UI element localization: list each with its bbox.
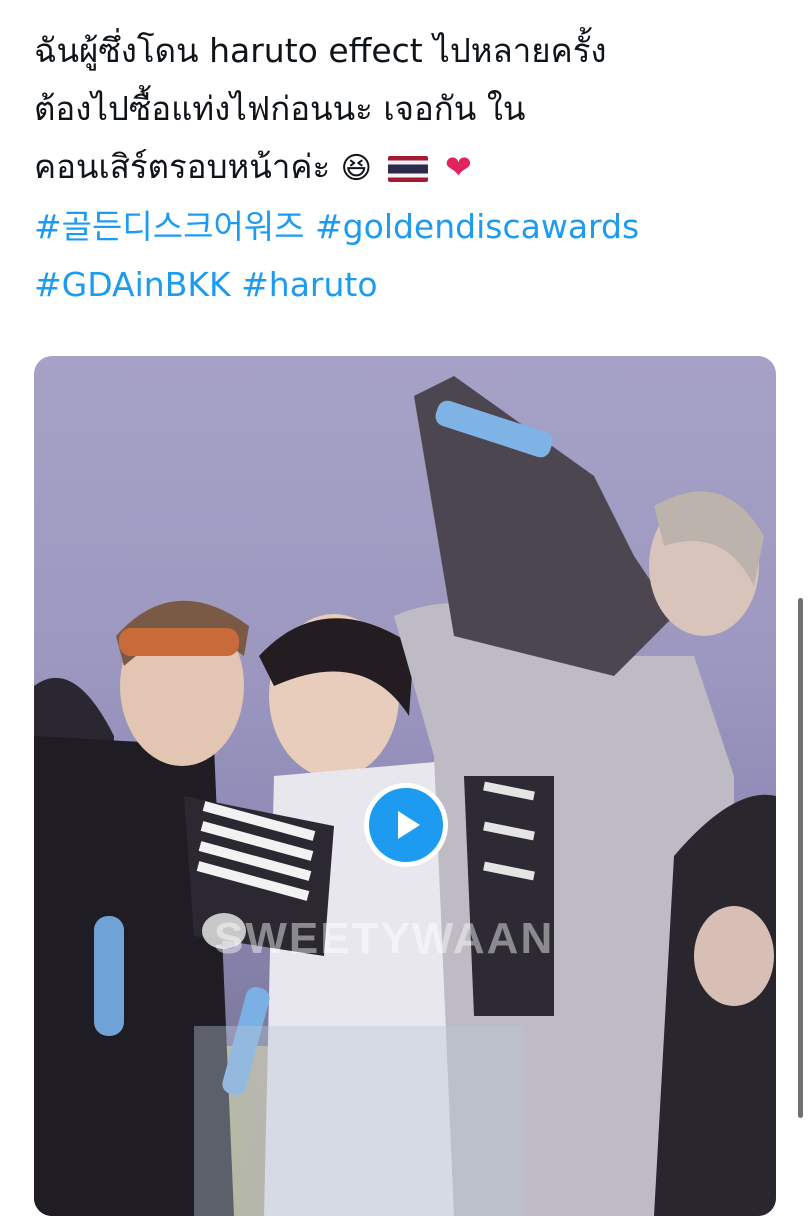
tweet-line-3: คอนเสิร์ตรอบหน้าค่ะ 😆 ❤ <box>34 138 774 198</box>
tweet-line-1: ฉันผู้ซึ่งโดน haruto effect ไปหลายครั้ง <box>34 31 607 70</box>
tweet-text: ฉันผู้ซึ่งโดน haruto effect ไปหลายครั้ง … <box>34 22 774 314</box>
thailand-flag-emoji <box>388 155 429 182</box>
hashtag-link[interactable]: #GDAinBKK <box>34 265 231 304</box>
tweet-line-3-text: คอนเสิร์ตรอบหน้าค่ะ <box>34 147 331 186</box>
heart-on-fire-emoji: ❤ <box>444 148 472 186</box>
hashtags-line-1: #골든디스크어워즈 #goldendiscawards <box>34 198 774 256</box>
grinning-squinting-face-emoji: 😆 <box>340 151 372 186</box>
hashtag-link[interactable]: #haruto <box>241 265 377 304</box>
play-icon <box>398 811 420 839</box>
hashtag-link[interactable]: #goldendiscawards <box>315 207 639 246</box>
video-media[interactable]: SWEETYWAAN <box>34 356 776 1216</box>
watermark-text: SWEETYWAAN <box>214 914 555 963</box>
tweet-line-2: ต้องไปซื้อแท่งไฟก่อนนะ เจอกัน ใน <box>34 89 526 128</box>
scrollbar[interactable] <box>798 598 803 1118</box>
hashtags-line-2: #GDAinBKK #haruto <box>34 256 774 314</box>
play-button[interactable] <box>364 783 448 867</box>
hashtag-link[interactable]: #골든디스크어워즈 <box>34 207 305 246</box>
